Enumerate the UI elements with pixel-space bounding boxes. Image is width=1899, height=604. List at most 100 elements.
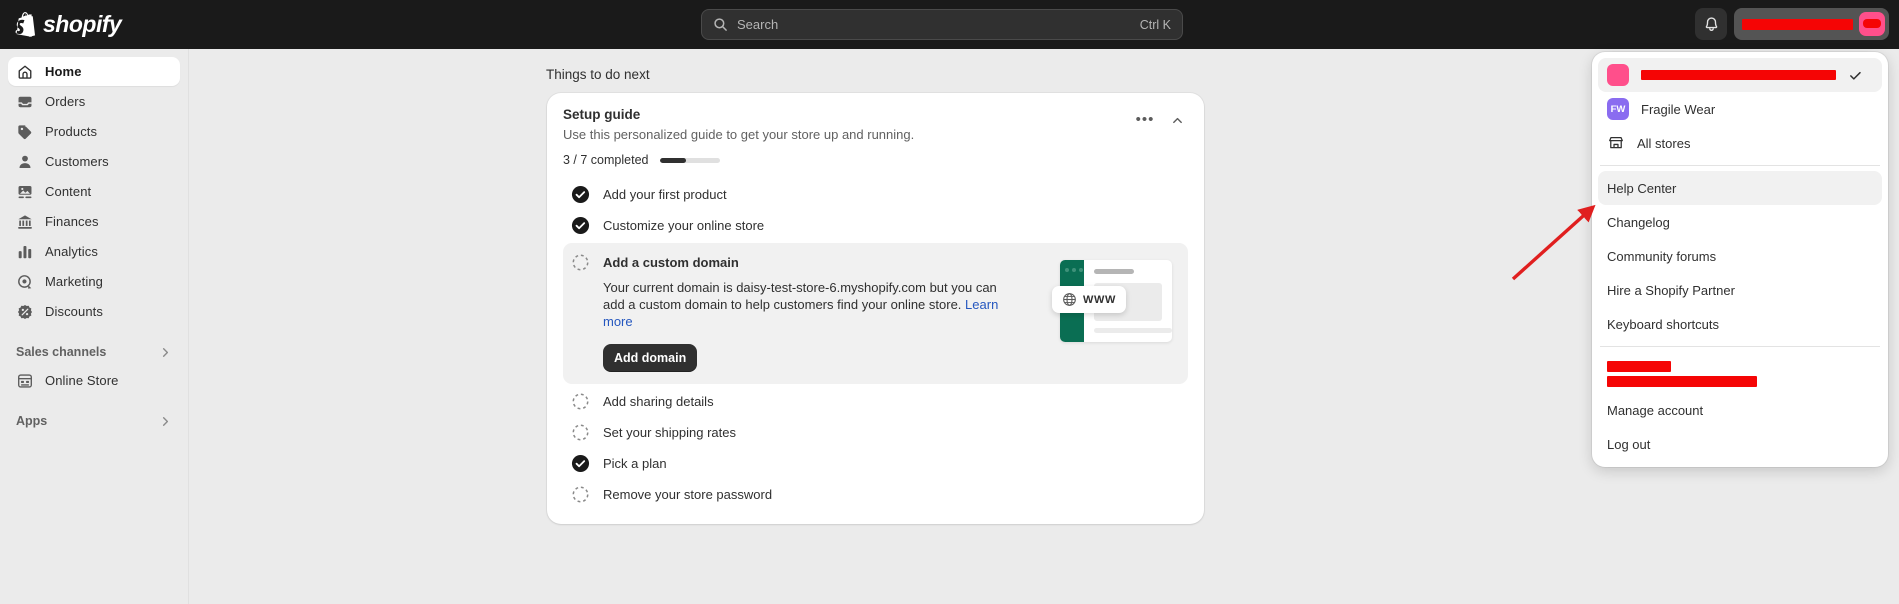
task-label: Add a custom domain [603, 255, 739, 270]
chevron-up-icon [1172, 117, 1182, 123]
setup-guide-subtitle: Use this personalized guide to get your … [563, 127, 915, 142]
dropdown-item-log-out[interactable]: Log out [1598, 427, 1882, 461]
custom-domain-illustration: WWW [1052, 254, 1178, 346]
dropdown-store-current[interactable] [1598, 58, 1882, 92]
shopify-bag-icon [15, 12, 36, 37]
sidebar-item-finances[interactable]: Finances [8, 207, 180, 236]
dropdown-item-label: Hire a Shopify Partner [1607, 282, 1735, 298]
illustration-dots [1065, 268, 1083, 272]
sidebar-item-home[interactable]: Home [8, 57, 180, 86]
sidebar-group-sales-channels[interactable]: Sales channels [8, 338, 180, 366]
sidebar-item-label: Analytics [45, 244, 98, 259]
illustration-title-bar [1094, 269, 1134, 274]
notifications-button[interactable] [1695, 8, 1727, 40]
illustration-www-chip: WWW [1052, 286, 1126, 313]
circle-dashed-icon [572, 254, 589, 271]
setup-guide-collapse-button[interactable] [1166, 109, 1188, 131]
dropdown-store-label: Fragile Wear [1641, 101, 1716, 117]
illustration-line [1094, 328, 1172, 333]
dropdown-item-label: Keyboard shortcuts [1607, 316, 1720, 332]
sidebar-item-online-store[interactable]: Online Store [8, 366, 180, 395]
account-name-redacted [1607, 361, 1671, 372]
search-icon [714, 18, 727, 31]
task-row[interactable]: Set your shipping rates [563, 417, 1188, 448]
ellipsis-icon: ••• [1135, 111, 1155, 128]
home-icon [18, 65, 32, 79]
circle-dashed-icon [572, 393, 589, 410]
globe-icon [1063, 293, 1076, 306]
divider [1600, 346, 1880, 347]
sidebar-item-label: Finances [45, 214, 99, 229]
storefront-icon [1609, 136, 1623, 149]
sidebar-item-products[interactable]: Products [8, 117, 180, 146]
circle-dashed-icon [572, 424, 589, 441]
sidebar-group-label: Apps [16, 414, 48, 428]
task-label: Customize your online store [603, 218, 765, 233]
setup-guide-card: Setup guide Use this personalized guide … [547, 93, 1204, 525]
sidebar-item-marketing[interactable]: Marketing [8, 267, 180, 296]
progress-label: 3 / 7 completed [563, 153, 649, 167]
sidebar-item-orders[interactable]: Orders [8, 87, 180, 116]
dropdown-store-fragile-wear[interactable]: FW Fragile Wear [1598, 92, 1882, 126]
shopify-logo[interactable]: shopify [14, 11, 122, 38]
storefront-icon [18, 373, 32, 388]
user-dropdown-menu: FW Fragile Wear All stores Help Center C… [1592, 52, 1888, 467]
illustration-chip-label: WWW [1083, 293, 1116, 306]
task-row[interactable]: Add your first product [563, 179, 1188, 210]
task-label: Add your first product [603, 187, 727, 202]
task-row[interactable]: Remove your store password [563, 479, 1188, 510]
dropdown-item-community-forums[interactable]: Community forums [1598, 239, 1882, 273]
dropdown-all-stores[interactable]: All stores [1598, 126, 1882, 160]
dropdown-item-keyboard-shortcuts[interactable]: Keyboard shortcuts [1598, 307, 1882, 341]
product-tag-icon [18, 124, 32, 139]
dropdown-item-manage-account[interactable]: Manage account [1598, 393, 1882, 427]
dropdown-item-label: Community forums [1607, 248, 1717, 264]
dropdown-item-label: Help Center [1607, 180, 1677, 196]
chevron-right-icon [162, 416, 169, 426]
task-description: Your current domain is daisy-test-store-… [603, 279, 1013, 330]
sidebar-item-content[interactable]: Content [8, 177, 180, 206]
sidebar-item-customers[interactable]: Customers [8, 147, 180, 176]
bell-icon [1705, 16, 1717, 31]
brand-name: shopify [43, 11, 122, 37]
top-bar: shopify Search Ctrl K [0, 0, 1899, 49]
dropdown-item-label: Changelog [1607, 214, 1670, 230]
chevron-right-icon [162, 347, 169, 357]
progress-fill [660, 157, 687, 163]
progress-track [660, 157, 721, 163]
dropdown-item-hire-a-shopify-partner[interactable]: Hire a Shopify Partner [1598, 273, 1882, 307]
sidebar-group-label: Sales channels [16, 345, 107, 359]
bank-icon [18, 214, 32, 229]
account-email-redacted [1607, 376, 1757, 387]
sidebar-item-discounts[interactable]: Discounts [8, 297, 180, 326]
sidebar-item-analytics[interactable]: Analytics [8, 237, 180, 266]
dropdown-item-changelog[interactable]: Changelog [1598, 205, 1882, 239]
sidebar-item-label: Online Store [45, 373, 119, 388]
sidebar-item-label: Discounts [45, 304, 103, 319]
dropdown-account-info [1598, 352, 1882, 393]
setup-guide-more-button[interactable]: ••• [1134, 109, 1156, 131]
task-row[interactable]: Add sharing details [563, 386, 1188, 417]
avatar: FW [1607, 98, 1629, 120]
person-icon [19, 155, 31, 168]
avatar [1607, 64, 1629, 86]
dropdown-item-help-center[interactable]: Help Center [1598, 171, 1882, 205]
task-label: Add sharing details [603, 394, 714, 410]
dropdown-all-stores-label: All stores [1637, 135, 1691, 151]
task-row-expanded[interactable]: Add a custom domain Your current domain … [563, 243, 1188, 385]
task-row[interactable]: Customize your online store [563, 210, 1188, 241]
task-row[interactable]: Pick a plan [563, 448, 1188, 479]
sidebar-item-label: Orders [45, 94, 86, 109]
search-input[interactable]: Search Ctrl K [701, 9, 1183, 40]
user-menu-button[interactable] [1734, 8, 1889, 40]
sidebar-item-label: Customers [45, 154, 109, 169]
sidebar-group-apps[interactable]: Apps [8, 407, 180, 435]
setup-progress: 3 / 7 completed [563, 153, 1188, 167]
search-shortcut: Ctrl K [1139, 17, 1171, 32]
bar-chart-icon [18, 245, 32, 258]
circle-dashed-icon [572, 486, 589, 503]
sidebar-item-label: Marketing [45, 274, 103, 289]
add-domain-button[interactable]: Add domain [603, 344, 698, 373]
page-title: Things to do next [546, 67, 650, 82]
check-circle-filled-icon [571, 455, 590, 473]
